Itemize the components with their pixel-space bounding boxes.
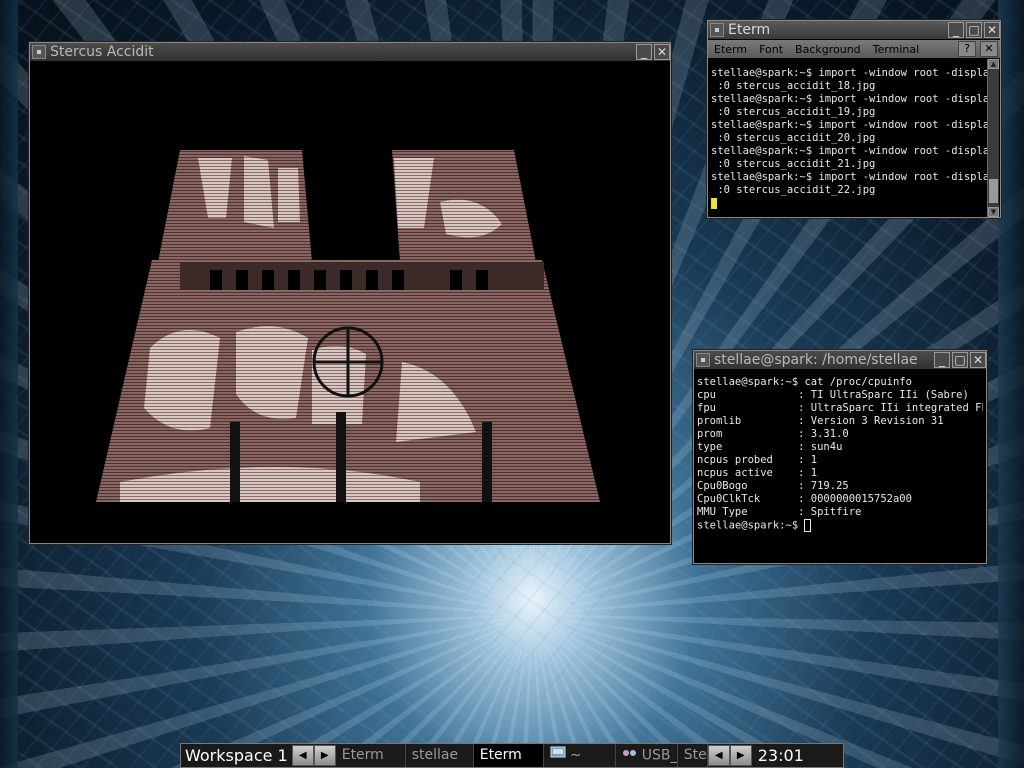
- terminal-line: :0 stercus_accidit_19.jpg: [711, 106, 876, 118]
- terminal-line: promlib : Version 3 Revision 31: [697, 415, 944, 427]
- text-cursor: [804, 519, 812, 532]
- task-label: ~: [569, 747, 582, 764]
- close-button[interactable]: ✕: [984, 22, 1000, 38]
- stellae-terminal-output[interactable]: stellae@spark:~$ cat /proc/cpuinfo cpu : …: [697, 376, 983, 561]
- help-button[interactable]: ?: [958, 41, 976, 57]
- wallpaper-left-edge: [0, 0, 18, 768]
- terminal-line: stellae@spark:~$ cat /proc/cpuinfo: [697, 376, 912, 388]
- maximize-button[interactable]: □: [952, 352, 968, 368]
- close-button[interactable]: ✕: [970, 352, 986, 368]
- task-label: USB_: [641, 747, 678, 764]
- terminal-line: stellae@spark:~$ import -window root -di…: [711, 171, 987, 183]
- menu-font[interactable]: Font: [759, 43, 783, 56]
- task-label: Eterm: [341, 747, 384, 763]
- terminal-cursor-line: [711, 197, 987, 210]
- wallpaper-right-edge: [998, 0, 1024, 768]
- workspace-label[interactable]: Workspace 1: [181, 746, 292, 765]
- workspace-next-button[interactable]: ▶: [313, 745, 336, 766]
- terminal-prompt-line: stellae@spark:~$: [697, 519, 983, 533]
- stellae-titlebar[interactable]: stellae@spark: /home/stellae _ □ ✕: [694, 351, 986, 369]
- terminal-line: type : sun4u: [697, 441, 843, 453]
- close-button[interactable]: ✕: [654, 44, 670, 60]
- usb-device-icon: [622, 744, 638, 767]
- task-ste[interactable]: Ste: [678, 744, 708, 767]
- image-viewer-window[interactable]: Stercus Accidit _ ✕: [29, 42, 671, 544]
- workspace-prev-button[interactable]: ◀: [291, 745, 314, 766]
- text-cursor: [711, 197, 717, 209]
- window-menu-icon[interactable]: [710, 23, 724, 37]
- file-manager-icon: [550, 744, 566, 767]
- terminal-line: :0 stercus_accidit_18.jpg: [711, 80, 876, 92]
- window-title: Stercus Accidit: [50, 44, 154, 60]
- maximize-button[interactable]: □: [966, 22, 982, 38]
- task-stellae[interactable]: stellae: [406, 744, 474, 767]
- task-eterm-1[interactable]: Eterm: [336, 744, 406, 767]
- eterm-window[interactable]: Eterm _ □ ✕ Eterm Font Background Termin…: [707, 20, 1001, 218]
- scroll-down-arrow-icon[interactable]: ▼: [988, 207, 999, 217]
- task-usb[interactable]: USB_: [616, 744, 678, 767]
- window-menu-icon[interactable]: [32, 45, 46, 59]
- minimize-button[interactable]: _: [948, 22, 964, 38]
- task-label: stellae: [411, 747, 459, 763]
- tasklist-prev-button[interactable]: ◀: [707, 745, 730, 766]
- terminal-prompt: stellae@spark:~$: [697, 519, 805, 532]
- menu-eterm[interactable]: Eterm: [714, 43, 747, 56]
- terminal-line: Cpu0ClkTck : 0000000015752a00: [697, 493, 912, 505]
- window-menu-icon[interactable]: [696, 353, 710, 367]
- cathedral-image: [96, 150, 600, 502]
- eterm-close-button[interactable]: ✕: [980, 41, 998, 57]
- scroll-up-arrow-icon[interactable]: ▲: [988, 59, 999, 69]
- stellae-terminal-window[interactable]: stellae@spark: /home/stellae _ □ ✕ stell…: [693, 350, 987, 564]
- terminal-line: stellae@spark:~$ import -window root -di…: [711, 119, 987, 131]
- terminal-line: stellae@spark:~$ import -window root -di…: [711, 145, 987, 157]
- tasklist-next-button[interactable]: ▶: [729, 745, 752, 766]
- window-title: Eterm: [728, 22, 771, 38]
- terminal-line: ncpus active : 1: [697, 467, 818, 479]
- task-label: Ste: [683, 747, 707, 763]
- eterm-scrollbar[interactable]: ▲ ▼: [987, 59, 999, 217]
- eterm-menubar: Eterm Font Background Terminal ? ✕: [708, 40, 1000, 58]
- terminal-line: cpu : TI UltraSparc IIi (Sabre): [697, 389, 969, 401]
- terminal-line: :0 stercus_accidit_22.jpg: [711, 184, 876, 196]
- image-canvas: [30, 62, 670, 543]
- menu-terminal[interactable]: Terminal: [873, 43, 920, 56]
- clock: 23:01: [757, 746, 804, 765]
- terminal-line: :0 stercus_accidit_20.jpg: [711, 132, 876, 144]
- eterm-titlebar[interactable]: Eterm _ □ ✕: [708, 21, 1000, 39]
- image-viewer-titlebar[interactable]: Stercus Accidit _ ✕: [30, 43, 670, 61]
- terminal-line: :0 stercus_accidit_21.jpg: [711, 158, 876, 170]
- task-eterm-2[interactable]: Eterm: [473, 744, 544, 767]
- menu-background[interactable]: Background: [795, 43, 861, 56]
- minimize-button[interactable]: _: [636, 44, 652, 60]
- scrollbar-thumb[interactable]: [989, 179, 998, 203]
- eterm-terminal-output[interactable]: stellae@spark:~$ import -window root -di…: [711, 67, 987, 217]
- task-label: Eterm: [479, 747, 522, 763]
- minimize-button[interactable]: _: [934, 352, 950, 368]
- terminal-line: MMU Type : Spitfire: [697, 506, 862, 518]
- terminal-line: Cpu0Bogo : 719.25: [697, 480, 849, 492]
- terminal-line: ncpus probed : 1: [697, 454, 818, 466]
- task-home[interactable]: ~: [544, 744, 616, 767]
- window-title: stellae@spark: /home/stellae: [714, 352, 918, 368]
- terminal-line: prom : 3.31.0: [697, 428, 849, 440]
- terminal-line: stellae@spark:~$ import -window root -di…: [711, 67, 987, 79]
- terminal-line: stellae@spark:~$ import -window root -di…: [711, 93, 987, 105]
- taskbar: Workspace 1 ◀ ▶ Eterm stellae Eterm ~ US…: [180, 743, 844, 768]
- terminal-line: fpu : UltraSparc IIi integrated FPU: [697, 402, 983, 414]
